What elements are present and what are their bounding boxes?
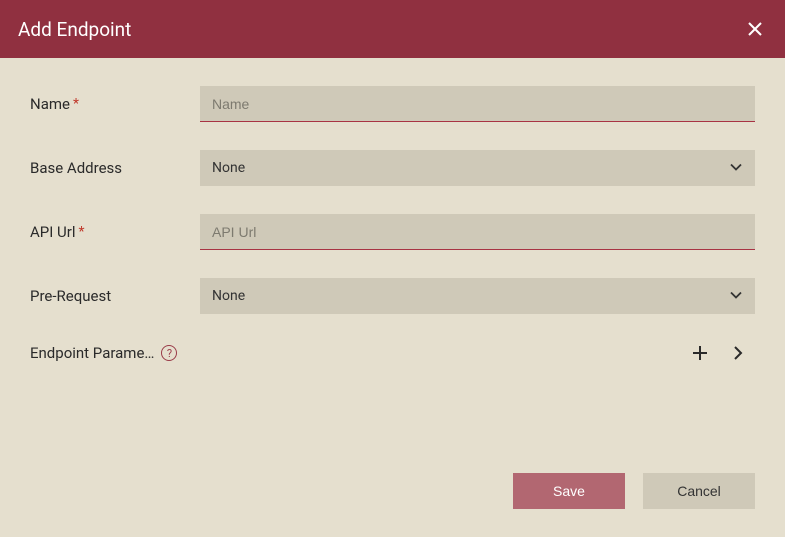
add-endpoint-dialog: Add Endpoint Name * Base Address	[0, 0, 785, 537]
base-address-selected: None	[212, 160, 245, 176]
required-asterisk: *	[79, 224, 85, 240]
api-url-input[interactable]	[200, 214, 755, 250]
close-button[interactable]	[743, 17, 767, 41]
save-button[interactable]: Save	[513, 473, 625, 509]
dialog-header: Add Endpoint	[0, 0, 785, 58]
pre-request-row: Pre-Request None	[30, 278, 755, 314]
name-label: Name *	[30, 95, 200, 113]
endpoint-parameters-actions	[200, 342, 755, 364]
pre-request-field: None	[200, 278, 755, 314]
base-address-label: Base Address	[30, 159, 200, 177]
pre-request-select[interactable]: None	[200, 278, 755, 314]
api-url-field	[200, 214, 755, 250]
name-label-text: Name	[30, 95, 70, 113]
api-url-label-text: API Url	[30, 223, 76, 241]
expand-parameters-button[interactable]	[727, 342, 749, 364]
name-field	[200, 86, 755, 122]
dialog-footer: Save Cancel	[0, 473, 785, 537]
name-row: Name *	[30, 86, 755, 122]
endpoint-parameters-label: Endpoint Parame… ?	[30, 344, 200, 362]
name-input[interactable]	[200, 86, 755, 122]
cancel-button[interactable]: Cancel	[643, 473, 755, 509]
pre-request-label: Pre-Request	[30, 287, 200, 305]
base-address-row: Base Address None	[30, 150, 755, 186]
dialog-body: Name * Base Address None	[0, 58, 785, 473]
api-url-label: API Url *	[30, 223, 200, 241]
pre-request-label-text: Pre-Request	[30, 287, 111, 305]
base-address-label-text: Base Address	[30, 159, 122, 177]
required-asterisk: *	[73, 96, 79, 112]
close-icon	[747, 21, 763, 37]
plus-icon	[691, 344, 709, 362]
api-url-row: API Url *	[30, 214, 755, 250]
add-parameter-button[interactable]	[689, 342, 711, 364]
dialog-title: Add Endpoint	[18, 18, 131, 41]
help-icon[interactable]: ?	[161, 345, 177, 361]
base-address-select[interactable]: None	[200, 150, 755, 186]
endpoint-parameters-label-text: Endpoint Parame…	[30, 344, 154, 362]
endpoint-parameters-row: Endpoint Parame… ?	[30, 342, 755, 364]
chevron-right-icon	[729, 344, 747, 362]
pre-request-selected: None	[212, 288, 245, 304]
base-address-field: None	[200, 150, 755, 186]
